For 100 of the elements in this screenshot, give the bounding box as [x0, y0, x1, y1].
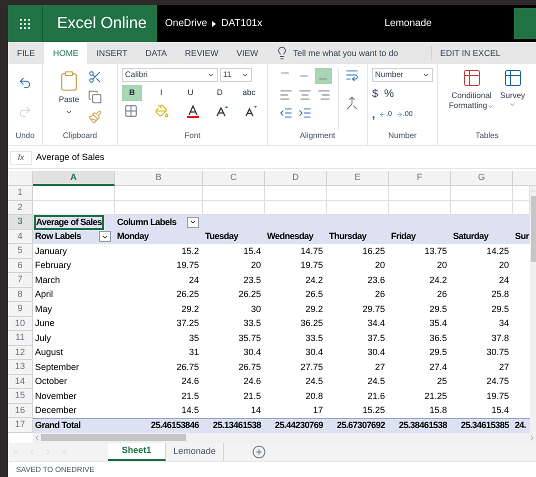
caret-icon	[65, 108, 73, 116]
table-cell-text: 26.25	[176, 288, 199, 301]
table-cell-text: August	[35, 346, 64, 359]
table-cell-text: 29.5	[491, 302, 509, 316]
format-button[interactable]: I	[151, 85, 172, 101]
format-button[interactable]: D	[210, 85, 230, 101]
vertical-scrollbar[interactable]	[530, 186, 536, 432]
column-header[interactable]: F	[389, 171, 451, 186]
sheet-tab[interactable]: Sheet1	[108, 442, 166, 460]
row-number: 5	[8, 244, 33, 258]
row-number: 2	[8, 200, 33, 215]
format-button[interactable]: abc	[239, 85, 259, 101]
align-icon[interactable]	[298, 88, 312, 102]
column-header[interactable]: G	[451, 171, 513, 186]
ribbon-tab[interactable]: VIEW	[227, 42, 268, 64]
add-sheet-icon[interactable]	[252, 444, 266, 458]
paste-button[interactable]: Paste	[58, 70, 80, 130]
table-cell-text: 14.5	[181, 404, 199, 417]
function-label: fx	[10, 151, 32, 165]
align-button[interactable]	[314, 68, 332, 84]
table-cell-text: 29.2	[181, 302, 199, 316]
align-icon[interactable]	[278, 88, 292, 102]
table-cell-text: 13.75	[424, 244, 447, 258]
number-format-dropdown[interactable]: Number	[372, 68, 433, 82]
ribbon-tab[interactable]: REVIEW	[176, 42, 228, 64]
table-cell-text: 14	[250, 404, 261, 417]
currency-button[interactable]: $	[372, 86, 378, 102]
filter-dropdown[interactable]	[187, 216, 199, 228]
conditional-formatting-button[interactable]: Conditional Formatting	[448, 68, 494, 130]
format-button[interactable]: B	[122, 85, 142, 101]
table-cell-text: 24.5	[367, 375, 385, 388]
column-header[interactable]: C	[203, 171, 265, 186]
table-cell-text: 33.5	[305, 332, 323, 344]
indent-increase-icon[interactable]	[298, 106, 312, 120]
search-field[interactable]: Tell me what you want to do	[293, 46, 424, 60]
app-name: Excel Online	[43, 5, 157, 42]
caret-icon	[207, 71, 215, 79]
horizontal-scrollbar[interactable]	[33, 432, 536, 442]
comma-button[interactable]: ,	[372, 106, 376, 123]
row-number: 6	[8, 258, 33, 273]
wrap-text-icon[interactable]	[344, 68, 358, 82]
table-cell-text: 15.4	[491, 404, 509, 417]
copy-icon[interactable]	[88, 90, 102, 104]
table-cell-text: 30.4	[305, 346, 323, 359]
ribbon-tab[interactable]: INSERT	[87, 42, 136, 64]
table-cell-text: 27	[498, 360, 509, 374]
table-cell-text: 15.8	[429, 404, 447, 417]
undo-icon[interactable]	[18, 76, 32, 90]
merge-icon[interactable]	[344, 96, 358, 110]
table-cell-text: 24.5	[305, 375, 323, 388]
format-button[interactable]: U	[180, 85, 200, 101]
table-cell-text: 20	[250, 259, 261, 272]
table-cell-text: 19.75	[176, 259, 199, 272]
font-size-dropdown[interactable]: 11	[220, 68, 252, 82]
column-header[interactable]: A	[33, 171, 115, 186]
table-cell-text: Wednesday	[267, 230, 314, 243]
table-cell-text: Tuesday	[205, 230, 238, 243]
table-cell-text: March	[35, 274, 60, 286]
ribbon-tab[interactable]: DATA	[136, 42, 176, 64]
table-cell: July	[35, 332, 52, 345]
shrink-font-icon[interactable]	[245, 105, 257, 117]
table-cell-text: 26.75	[238, 360, 261, 374]
fill-color-icon[interactable]	[155, 104, 170, 118]
scissors-icon[interactable]	[88, 70, 102, 84]
survey-button[interactable]: Survey	[500, 68, 526, 130]
row-number: 3	[8, 215, 33, 230]
column-header[interactable]: B	[115, 171, 203, 186]
table-cell-text: 25.44230769	[274, 419, 323, 432]
table-cell-text: 37.25	[176, 317, 199, 330]
edit-in-excel-button[interactable]: EDIT IN EXCEL	[432, 42, 508, 64]
grow-font-icon[interactable]	[216, 105, 228, 117]
font-name-dropdown[interactable]: Calibri	[122, 68, 218, 82]
table-cell-text: 27.75	[300, 360, 323, 374]
align-icon[interactable]	[316, 88, 330, 102]
app-launcher-button[interactable]	[8, 5, 43, 42]
ribbon-tab[interactable]: HOME	[44, 42, 88, 64]
font-color-icon[interactable]	[186, 104, 198, 118]
breadcrumb-link[interactable]: OneDrive	[165, 16, 208, 31]
ribbon-tab[interactable]: FILE	[8, 42, 44, 64]
borders-icon[interactable]	[124, 104, 138, 118]
column-header[interactable]: E	[327, 171, 389, 186]
table-cell-text: 23.5	[243, 274, 261, 286]
row-number: 9	[8, 302, 33, 316]
scrollbar-thumb[interactable]	[41, 434, 186, 441]
paintbrush-icon[interactable]	[88, 110, 102, 124]
scrollbar-thumb[interactable]	[530, 196, 536, 262]
row-number: 4	[8, 230, 33, 244]
indent-decrease-icon[interactable]	[278, 106, 292, 120]
table-cell-text: 23.6	[367, 274, 385, 286]
table-cell-text: 20.8	[305, 390, 323, 402]
table-cell-text: 25.67307692	[336, 419, 385, 432]
caret-icon	[487, 102, 494, 110]
column-header[interactable]: D	[265, 171, 327, 186]
formula-field[interactable]: Average of Sales	[36, 151, 534, 165]
caret-icon	[530, 188, 536, 194]
table-cell-text: 25.38461538	[398, 419, 447, 432]
breadcrumb-link[interactable]: DAT101x	[221, 16, 262, 31]
table-cell-text: 37.5	[367, 332, 385, 344]
percent-button[interactable]: %	[384, 86, 394, 102]
filter-dropdown[interactable]	[99, 231, 111, 242]
